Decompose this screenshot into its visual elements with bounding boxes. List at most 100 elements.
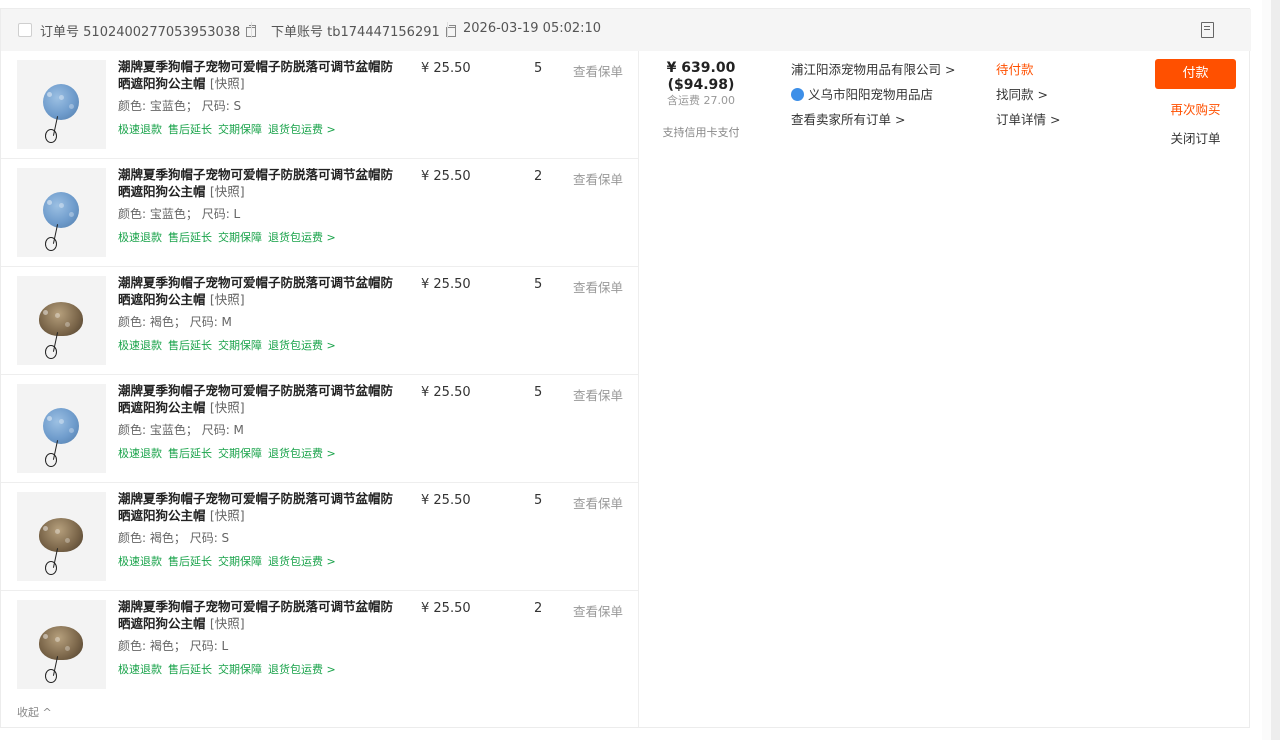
page-scrollbar[interactable] xyxy=(1262,0,1280,740)
view-policy-link[interactable]: 查看保单 xyxy=(573,277,623,296)
hat-loop xyxy=(45,561,57,575)
product-attrs: 颜色: 褐色； 尺码: S xyxy=(118,529,229,546)
service-tag[interactable]: 交期保障 xyxy=(218,123,262,136)
snapshot-link[interactable]: [快照] xyxy=(210,508,245,523)
snapshot-link[interactable]: [快照] xyxy=(210,292,245,307)
table-row: 潮牌夏季狗帽子宠物可爱帽子防脱落可调节盆帽防晒遮阳狗公主帽 [快照] 颜色: 宝蓝… xyxy=(1,375,638,483)
product-color: 颜色: 褐色； xyxy=(118,315,186,329)
service-tag[interactable]: 交期保障 xyxy=(218,663,262,676)
view-policy-link[interactable]: 查看保单 xyxy=(573,601,623,620)
service-tag[interactable]: 退货包运费 > xyxy=(268,663,336,676)
view-policy-link[interactable]: 查看保单 xyxy=(573,169,623,188)
table-row: 潮牌夏季狗帽子宠物可爱帽子防脱落可调节盆帽防晒遮阳狗公主帽 [快照] 颜色: 褐色… xyxy=(1,483,638,591)
order-total: ¥ 639.00 ($94.98) 含运费 27.00 支持信用卡支付 xyxy=(651,60,751,140)
order-detail-link[interactable]: 订单详情 > xyxy=(996,111,1060,136)
account-label: 下单账号 xyxy=(271,25,324,40)
product-color: 颜色: 褐色； xyxy=(118,531,186,545)
service-tag[interactable]: 售后延长 xyxy=(168,123,212,136)
service-tags: 极速退款 售后延长 交期保障 退货包运费 > xyxy=(118,337,342,353)
service-tag[interactable]: 极速退款 xyxy=(118,123,162,136)
close-order-link[interactable]: 关闭订单 xyxy=(1155,128,1236,147)
product-image[interactable] xyxy=(17,60,106,149)
product-title-text: 潮牌夏季狗帽子宠物可爱帽子防脱落可调节盆帽防晒遮阳狗公主帽 xyxy=(118,383,394,415)
service-tag[interactable]: 交期保障 xyxy=(218,447,262,460)
view-policy-link[interactable]: 查看保单 xyxy=(573,493,623,512)
product-color: 颜色: 褐色； xyxy=(118,639,186,653)
product-size: 尺码: L xyxy=(201,207,241,221)
product-title[interactable]: 潮牌夏季狗帽子宠物可爱帽子防脱落可调节盆帽防晒遮阳狗公主帽 [快照] xyxy=(118,274,393,308)
view-policy-link[interactable]: 查看保单 xyxy=(573,385,623,404)
collapse-link[interactable]: 收起 ^ xyxy=(17,704,52,720)
note-icon[interactable] xyxy=(1201,22,1214,38)
service-tag[interactable]: 极速退款 xyxy=(118,555,162,568)
service-tag[interactable]: 退货包运费 > xyxy=(268,555,336,568)
hat-image xyxy=(39,626,83,660)
service-tag[interactable]: 极速退款 xyxy=(118,447,162,460)
view-policy-link[interactable]: 查看保单 xyxy=(573,61,623,80)
service-tags: 极速退款 售后延长 交期保障 退货包运费 > xyxy=(118,445,342,461)
product-color: 颜色: 宝蓝色； xyxy=(118,207,198,221)
product-title[interactable]: 潮牌夏季狗帽子宠物可爱帽子防脱落可调节盆帽防晒遮阳狗公主帽 [快照] xyxy=(118,598,393,632)
unit-price: ¥ 25.50 xyxy=(421,493,471,508)
product-title[interactable]: 潮牌夏季狗帽子宠物可爱帽子防脱落可调节盆帽防晒遮阳狗公主帽 [快照] xyxy=(118,58,393,92)
service-tag[interactable]: 售后延长 xyxy=(168,231,212,244)
scrollbar-thumb[interactable] xyxy=(1271,0,1280,740)
account: 下单账号 tb174447156291 xyxy=(271,21,456,40)
product-image[interactable] xyxy=(17,492,106,581)
quantity: 5 xyxy=(534,277,543,292)
unit-price: ¥ 25.50 xyxy=(421,385,471,400)
snapshot-link[interactable]: [快照] xyxy=(210,76,245,91)
product-image[interactable] xyxy=(17,276,106,365)
service-tag[interactable]: 极速退款 xyxy=(118,663,162,676)
seller-all-orders-link[interactable]: 查看卖家所有订单 > xyxy=(791,111,955,136)
find-similar-link[interactable]: 找同款 > xyxy=(996,86,1060,111)
service-tag[interactable]: 交期保障 xyxy=(218,339,262,352)
product-title-text: 潮牌夏季狗帽子宠物可爱帽子防脱落可调节盆帽防晒遮阳狗公主帽 xyxy=(118,491,394,523)
product-size: 尺码: M xyxy=(201,423,244,437)
product-size: 尺码: S xyxy=(189,531,230,545)
hat-loop xyxy=(45,237,57,251)
product-color: 颜色: 宝蓝色； xyxy=(118,423,198,437)
unit-price: ¥ 25.50 xyxy=(421,277,471,292)
product-image[interactable] xyxy=(17,600,106,689)
pay-button[interactable]: 付款 xyxy=(1155,59,1236,89)
service-tag[interactable]: 售后延长 xyxy=(168,447,212,460)
product-color: 颜色: 宝蓝色； xyxy=(118,99,198,113)
order-actions: 付款 再次购买 关闭订单 xyxy=(1155,59,1236,147)
shop-link[interactable]: 义乌市阳阳宠物用品店 xyxy=(791,86,955,111)
service-tag[interactable]: 退货包运费 > xyxy=(268,447,336,460)
service-tag[interactable]: 交期保障 xyxy=(218,555,262,568)
hat-loop xyxy=(45,669,57,683)
seller-company-link[interactable]: 浦江阳添宠物用品有限公司 > xyxy=(791,61,955,86)
unit-price: ¥ 25.50 xyxy=(421,169,471,184)
service-tags: 极速退款 售后延长 交期保障 退货包运费 > xyxy=(118,121,342,137)
service-tag[interactable]: 退货包运费 > xyxy=(268,339,336,352)
header-divider xyxy=(447,22,448,38)
service-tag[interactable]: 极速退款 xyxy=(118,231,162,244)
product-size: 尺码: M xyxy=(189,315,232,329)
total-usd: ($94.98) xyxy=(667,77,735,93)
credit-card-note: 支持信用卡支付 xyxy=(662,126,740,139)
service-tag[interactable]: 售后延长 xyxy=(168,663,212,676)
rebuy-link[interactable]: 再次购买 xyxy=(1155,99,1236,118)
product-image[interactable] xyxy=(17,384,106,473)
hat-image xyxy=(43,408,79,444)
product-title[interactable]: 潮牌夏季狗帽子宠物可爱帽子防脱落可调节盆帽防晒遮阳狗公主帽 [快照] xyxy=(118,382,393,416)
service-tag[interactable]: 售后延长 xyxy=(168,555,212,568)
snapshot-link[interactable]: [快照] xyxy=(210,400,245,415)
product-image[interactable] xyxy=(17,168,106,257)
service-tag[interactable]: 退货包运费 > xyxy=(268,123,336,136)
product-title[interactable]: 潮牌夏季狗帽子宠物可爱帽子防脱落可调节盆帽防晒遮阳狗公主帽 [快照] xyxy=(118,490,393,524)
service-tag[interactable]: 交期保障 xyxy=(218,231,262,244)
service-tag[interactable]: 售后延长 xyxy=(168,339,212,352)
snapshot-link[interactable]: [快照] xyxy=(210,616,245,631)
product-title[interactable]: 潮牌夏季狗帽子宠物可爱帽子防脱落可调节盆帽防晒遮阳狗公主帽 [快照] xyxy=(118,166,393,200)
product-size: 尺码: L xyxy=(189,639,229,653)
service-tag[interactable]: 退货包运费 > xyxy=(268,231,336,244)
seller-info: 浦江阳添宠物用品有限公司 > 义乌市阳阳宠物用品店 查看卖家所有订单 > xyxy=(791,61,955,136)
order-checkbox[interactable] xyxy=(18,23,32,37)
snapshot-link[interactable]: [快照] xyxy=(210,184,245,199)
service-tag[interactable]: 极速退款 xyxy=(118,339,162,352)
product-title-text: 潮牌夏季狗帽子宠物可爱帽子防脱落可调节盆帽防晒遮阳狗公主帽 xyxy=(118,167,394,199)
table-row: 潮牌夏季狗帽子宠物可爱帽子防脱落可调节盆帽防晒遮阳狗公主帽 [快照] 颜色: 宝蓝… xyxy=(1,159,638,267)
